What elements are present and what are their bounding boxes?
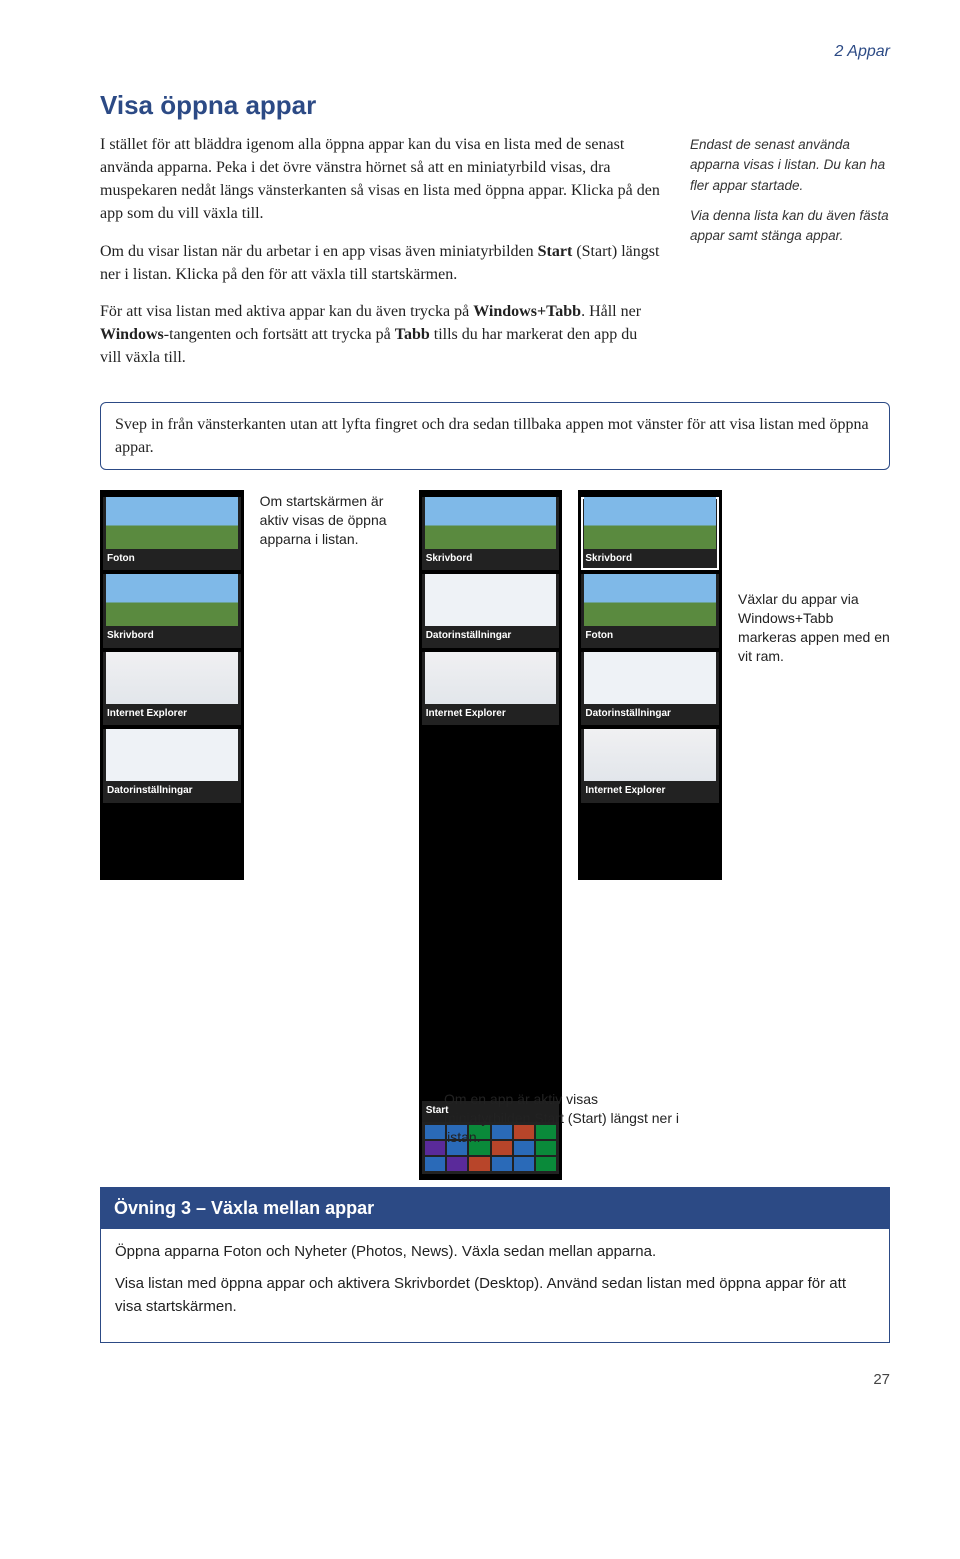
exercise-p2: Visa listan med öppna appar och aktivera… [115,1273,875,1318]
thumb-foton: Foton [581,574,719,648]
thumb-skrivbord: Skrivbord [422,497,560,571]
thumb-label: Datorinställningar [422,626,560,648]
thumb-ie: Internet Explorer [103,652,241,726]
thumb-image [584,729,716,781]
thumb-image [584,497,716,549]
thumb-label: Skrivbord [103,626,241,648]
thumb-image [106,652,238,704]
thumb-image [584,652,716,704]
thumb-image [106,574,238,626]
chapter-label: 2 Appar [100,40,890,63]
thumb-image [106,497,238,549]
exercise-p1: Öppna apparna Foton och Nyheter (Photos,… [115,1241,875,1264]
paragraph-1: I stället för att bläddra igenom alla öp… [100,133,660,226]
thumb-label: Datorinställningar [103,781,241,803]
paragraph-3: För att visa listan med aktiva appar kan… [100,300,660,370]
thumb-foton: Foton [103,497,241,571]
paragraph-2: Om du visar listan när du arbetar i en a… [100,240,660,286]
thumb-settings: Datorinställningar [103,729,241,803]
app-switcher-strip-1: Foton Skrivbord Internet Explorer Datori… [100,490,244,880]
thumb-skrivbord: Skrivbord [103,574,241,648]
screenshots-row: Foton Skrivbord Internet Explorer Datori… [100,490,890,1180]
thumb-label: Internet Explorer [581,781,719,803]
thumb-image [425,574,557,626]
thumb-ie: Internet Explorer [422,652,560,726]
thumb-settings: Datorinställningar [422,574,560,648]
thumb-image [425,497,557,549]
thumb-label: Datorinställningar [581,704,719,726]
thumb-label: Internet Explorer [103,704,241,726]
thumb-label: Foton [103,549,241,571]
thumb-settings: Datorinställningar [581,652,719,726]
thumb-label: Skrivbord [581,549,719,571]
thumb-skrivbord-selected: Skrivbord [581,497,719,571]
app-switcher-strip-3: Skrivbord Foton Datorinställningar Inter… [578,490,722,880]
app-switcher-strip-2: Skrivbord Datorinställningar Internet Ex… [419,490,563,1180]
thumb-label: Internet Explorer [422,704,560,726]
side-note: Endast de senast använda apparna visas i… [690,87,890,383]
exercise-body: Öppna apparna Foton och Nyheter (Photos,… [100,1229,890,1344]
thumb-image [425,652,557,704]
tip-box: Svep in från vänsterkanten utan att lyft… [100,402,890,470]
caption-start: Om en app är aktiv visas miniatyrbilden … [444,1090,684,1147]
thumb-image [106,729,238,781]
page-number: 27 [100,1369,890,1391]
exercise-heading: Övning 3 – Växla mellan appar [100,1187,890,1229]
caption-tab: Växlar du appar via Windows+Tabb markera… [738,490,890,1180]
exercise-box: Övning 3 – Växla mellan appar Öppna appa… [100,1187,890,1344]
section-heading: Visa öppna appar [100,87,660,125]
caption-startskarm: Om startskärmen är aktiv visas de öppna … [260,490,403,1180]
thumb-ie: Internet Explorer [581,729,719,803]
thumb-label: Foton [581,626,719,648]
thumb-label: Skrivbord [422,549,560,571]
thumb-image [584,574,716,626]
